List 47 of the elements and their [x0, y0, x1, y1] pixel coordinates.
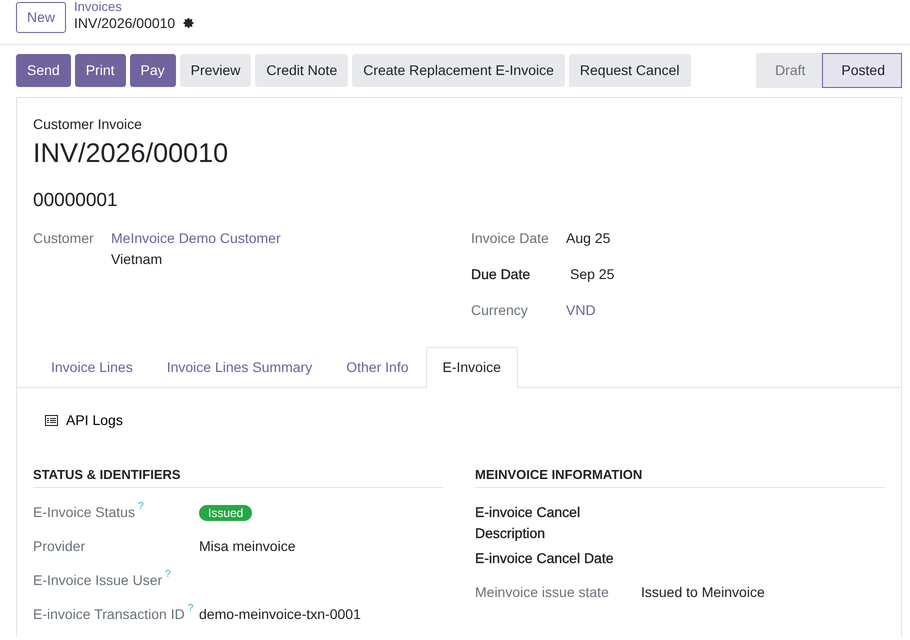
help-icon[interactable]: ?	[188, 604, 194, 614]
tab[interactable]: Other Info	[329, 346, 426, 388]
field-label: E-Invoice Issue User	[33, 571, 162, 590]
field-label: Currency	[471, 301, 529, 320]
field-label: Customer	[33, 228, 95, 248]
field-value: Misa meinvoice	[199, 538, 296, 554]
action-button[interactable]: Send	[16, 54, 71, 87]
field-label: Meinvoice issue state	[475, 583, 609, 602]
field-value: Sep 25	[570, 266, 614, 282]
field-label: E-Invoice Status	[33, 503, 135, 522]
field-label: Provider	[33, 537, 86, 556]
field-label: E-invoice Cancel Date	[475, 549, 614, 568]
status-step[interactable]: Draft	[756, 53, 822, 88]
action-button[interactable]: Request Cancel	[568, 54, 691, 87]
field-label: Due Date	[471, 265, 532, 284]
action-button[interactable]: Pay	[130, 54, 176, 87]
section-heading: STATUS & IDENTIFIERS	[33, 464, 443, 488]
breadcrumb-link[interactable]: Invoices	[74, 0, 196, 12]
address-text: Vietnam	[111, 250, 162, 269]
reference-number: 00000001	[33, 189, 119, 214]
tab[interactable]: Invoice Lines Summary	[150, 346, 330, 388]
field-label: Invoice Date	[471, 228, 550, 248]
field-label: E-invoice Transaction ID	[33, 605, 185, 624]
status-badge: Issued	[199, 505, 252, 522]
action-button[interactable]: Create Replacement E-Invoice	[352, 54, 565, 87]
settings-icon[interactable]	[183, 17, 196, 29]
form-subtitle: Customer Invoice	[33, 115, 143, 134]
status-step[interactable]: Posted	[822, 53, 902, 88]
field-label: E-invoice Cancel Description	[475, 503, 582, 544]
action-button[interactable]: Print	[74, 54, 126, 87]
breadcrumb-current: INV/2026/00010	[74, 14, 176, 32]
api-logs-button[interactable]: API Logs	[33, 406, 135, 435]
action-button[interactable]: Preview	[180, 54, 252, 87]
action-button[interactable]: Credit Note	[255, 54, 348, 87]
tab[interactable]: E-Invoice	[426, 346, 518, 388]
field-value: Aug 25	[566, 230, 610, 246]
list-icon	[45, 414, 58, 426]
field-value: demo-meinvoice-txn-0001	[199, 606, 361, 622]
invoice-number: INV/2026/00010	[33, 137, 230, 170]
section-heading: MEINVOICE INFORMATION	[475, 464, 885, 488]
help-icon[interactable]: ?	[165, 570, 171, 580]
field-value: Issued to Meinvoice	[641, 584, 765, 600]
tab[interactable]: Invoice Lines	[34, 346, 150, 388]
help-icon[interactable]: ?	[138, 502, 144, 512]
field-link[interactable]: MeInvoice Demo Customer	[111, 230, 281, 246]
new-button[interactable]: New	[16, 2, 66, 32]
field-link[interactable]: VND	[566, 302, 596, 318]
